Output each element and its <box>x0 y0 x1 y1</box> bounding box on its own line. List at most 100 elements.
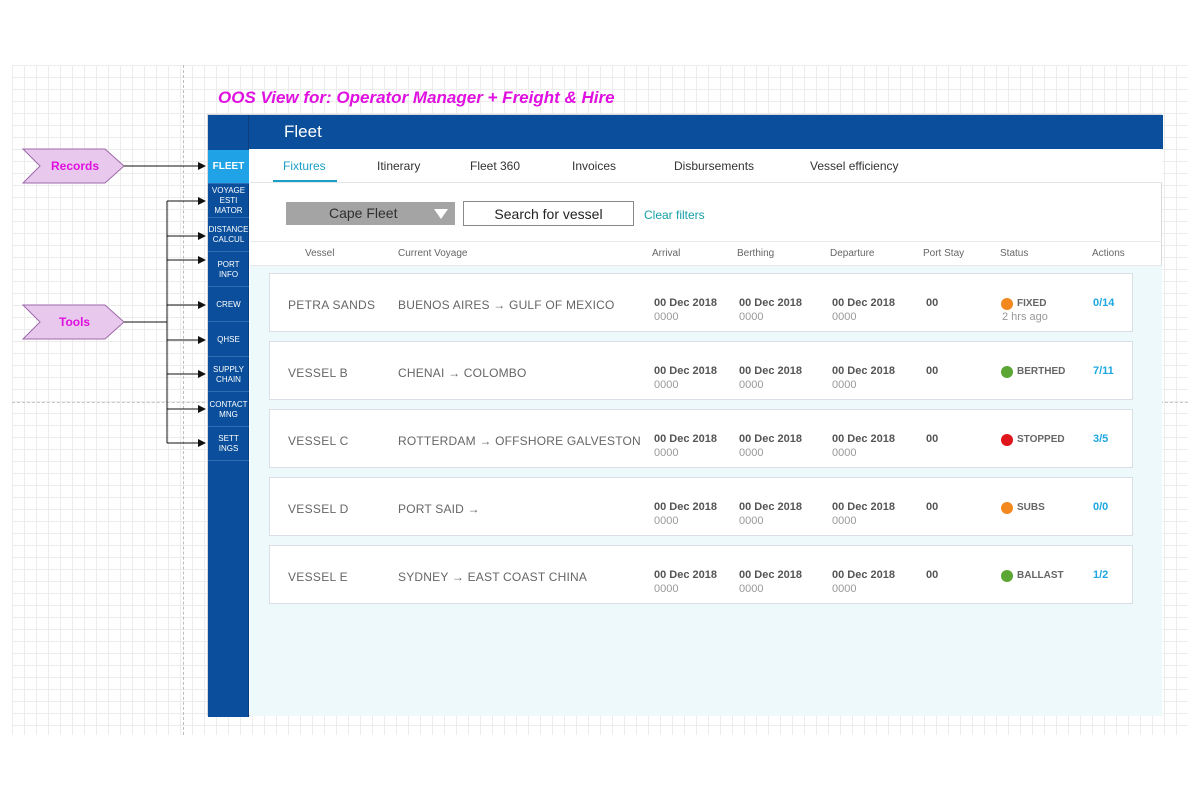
table-row[interactable]: VESSEL E SYDNEY → EAST COAST CHINA 00 De… <box>269 545 1133 604</box>
port-stay: 00 <box>926 433 939 445</box>
fleet-select[interactable]: Cape Fleet <box>286 202 455 225</box>
port-stay: 00 <box>926 365 939 377</box>
annotation-title: OOS View for: Operator Manager + Freight… <box>218 88 615 107</box>
current-voyage: SYDNEY → EAST COAST CHINA <box>398 570 588 584</box>
arrival-time: 0000 <box>654 311 679 323</box>
vessel-search-input[interactable]: Search for vessel <box>463 201 634 226</box>
table-row[interactable]: VESSEL C ROTTERDAM → OFFSHORE GALVESTON … <box>269 409 1133 468</box>
sidebar-item-voyage-estimator[interactable]: VOYAGE ESTI MATOR <box>208 184 249 218</box>
table-header: Vessel Current Voyage Arrival Berthing D… <box>250 241 1162 266</box>
arrival-date: 00 Dec 2018 <box>654 501 717 513</box>
tab-itinerary[interactable]: Itinerary <box>377 159 420 173</box>
arrival-time: 0000 <box>654 379 679 391</box>
berthing-time: 0000 <box>739 515 764 527</box>
berthing-date: 00 Dec 2018 <box>739 433 802 445</box>
status-dot <box>1001 434 1013 446</box>
header-vessel: Vessel <box>305 248 335 259</box>
berthing-time: 0000 <box>739 379 764 391</box>
arrival-time: 0000 <box>654 583 679 595</box>
sidebar-item-fleet[interactable]: FLEET <box>208 150 249 184</box>
page-title: Fleet <box>284 122 322 141</box>
sidebar-item-distance-calculator[interactable]: DISTANCE CALCUL <box>208 218 249 252</box>
arrival-time: 0000 <box>654 515 679 527</box>
vessel-name: VESSEL E <box>288 570 348 584</box>
actions-count[interactable]: 7/11 <box>1093 365 1114 377</box>
header-port-stay: Port Stay <box>923 248 965 259</box>
current-voyage: BUENOS AIRES → GULF OF MEXICO <box>398 298 615 312</box>
status-dot <box>1001 366 1013 378</box>
departure-date: 00 Dec 2018 <box>832 365 895 377</box>
tab-disbursements[interactable]: Disbursements <box>674 159 754 173</box>
app-window: Fleet FLEET VOYAGE ESTI MATOR DISTANCE C… <box>207 114 1163 717</box>
berthing-time: 0000 <box>739 311 764 323</box>
header-actions: Actions <box>1092 248 1125 259</box>
actions-count[interactable]: 1/2 <box>1093 569 1108 581</box>
vessel-name: PETRA SANDS <box>288 298 376 312</box>
status-badge: STOPPED <box>1017 434 1065 445</box>
top-bar: Fleet <box>208 115 1163 149</box>
current-voyage: PORT SAID → <box>398 502 480 516</box>
triangle-down-icon <box>434 209 448 219</box>
tab-bar: Fixtures Itinerary Fleet 360 Invoices Di… <box>250 149 1162 183</box>
status-badge: SUBS <box>1017 502 1045 513</box>
current-voyage: ROTTERDAM → OFFSHORE GALVESTON <box>398 434 641 448</box>
port-stay: 00 <box>926 297 939 309</box>
departure-date: 00 Dec 2018 <box>832 569 895 581</box>
vessel-name: VESSEL C <box>288 434 349 448</box>
berthing-date: 00 Dec 2018 <box>739 365 802 377</box>
departure-time: 0000 <box>832 311 857 323</box>
sidebar-item-qhse[interactable]: QHSE <box>208 323 249 357</box>
berthing-date: 00 Dec 2018 <box>739 297 802 309</box>
status-dot <box>1001 298 1013 310</box>
records-annotation-label: Records <box>51 159 100 173</box>
vessel-name: VESSEL B <box>288 366 348 380</box>
tab-fixtures[interactable]: Fixtures <box>283 159 326 173</box>
berthing-date: 00 Dec 2018 <box>739 501 802 513</box>
arrival-date: 00 Dec 2018 <box>654 297 717 309</box>
table-row[interactable]: VESSEL B CHENAI → COLOMBO 00 Dec 2018 00… <box>269 341 1133 400</box>
berthing-date: 00 Dec 2018 <box>739 569 802 581</box>
port-stay: 00 <box>926 501 939 513</box>
arrival-date: 00 Dec 2018 <box>654 569 717 581</box>
tab-invoices[interactable]: Invoices <box>572 159 616 173</box>
sidebar-item-settings[interactable]: SETT INGS <box>208 427 249 461</box>
departure-time: 0000 <box>832 583 857 595</box>
status-dot <box>1001 570 1013 582</box>
header-current-voyage: Current Voyage <box>398 248 468 259</box>
vessel-name: VESSEL D <box>288 502 349 516</box>
sidebar-item-port-info[interactable]: PORT INFO <box>208 253 249 287</box>
clear-filters-link[interactable]: Clear filters <box>644 208 705 222</box>
status-badge: BERTHED <box>1017 366 1066 377</box>
header-status: Status <box>1000 248 1029 259</box>
sidebar-item-contact-mng[interactable]: CONTACT MNG <box>208 393 249 427</box>
arrival-time: 0000 <box>654 447 679 459</box>
departure-date: 00 Dec 2018 <box>832 501 895 513</box>
departure-time: 0000 <box>832 379 857 391</box>
status-updated-time: 2 hrs ago <box>1002 311 1048 323</box>
guide-line-vertical <box>183 65 184 735</box>
arrival-date: 00 Dec 2018 <box>654 365 717 377</box>
table-row[interactable]: PETRA SANDS BUENOS AIRES → GULF OF MEXIC… <box>269 273 1133 332</box>
status-dot <box>1001 502 1013 514</box>
sidebar-item-crew[interactable]: CREW <box>208 288 249 322</box>
table-row[interactable]: VESSEL D PORT SAID → 00 Dec 2018 0000 00… <box>269 477 1133 536</box>
departure-time: 0000 <box>832 515 857 527</box>
current-voyage: CHENAI → COLOMBO <box>398 366 527 380</box>
header-arrival: Arrival <box>652 248 681 259</box>
berthing-time: 0000 <box>739 447 764 459</box>
departure-time: 0000 <box>832 447 857 459</box>
status-badge: FIXED <box>1017 298 1047 309</box>
header-departure: Departure <box>830 248 875 259</box>
actions-count[interactable]: 0/0 <box>1093 501 1108 513</box>
tab-vessel-efficiency[interactable]: Vessel efficiency <box>810 159 899 173</box>
wireframe-canvas: OOS View for: Operator Manager + Freight… <box>0 0 1200 800</box>
fixtures-table: PETRA SANDS BUENOS AIRES → GULF OF MEXIC… <box>250 266 1162 716</box>
status-badge: BALLAST <box>1017 570 1064 581</box>
departure-date: 00 Dec 2018 <box>832 297 895 309</box>
tab-fleet-360[interactable]: Fleet 360 <box>470 159 520 173</box>
berthing-time: 0000 <box>739 583 764 595</box>
active-tab-indicator <box>273 180 337 182</box>
actions-count[interactable]: 0/14 <box>1093 297 1114 309</box>
sidebar-item-supply-chain[interactable]: SUPPLY CHAIN <box>208 358 249 392</box>
actions-count[interactable]: 3/5 <box>1093 433 1108 445</box>
